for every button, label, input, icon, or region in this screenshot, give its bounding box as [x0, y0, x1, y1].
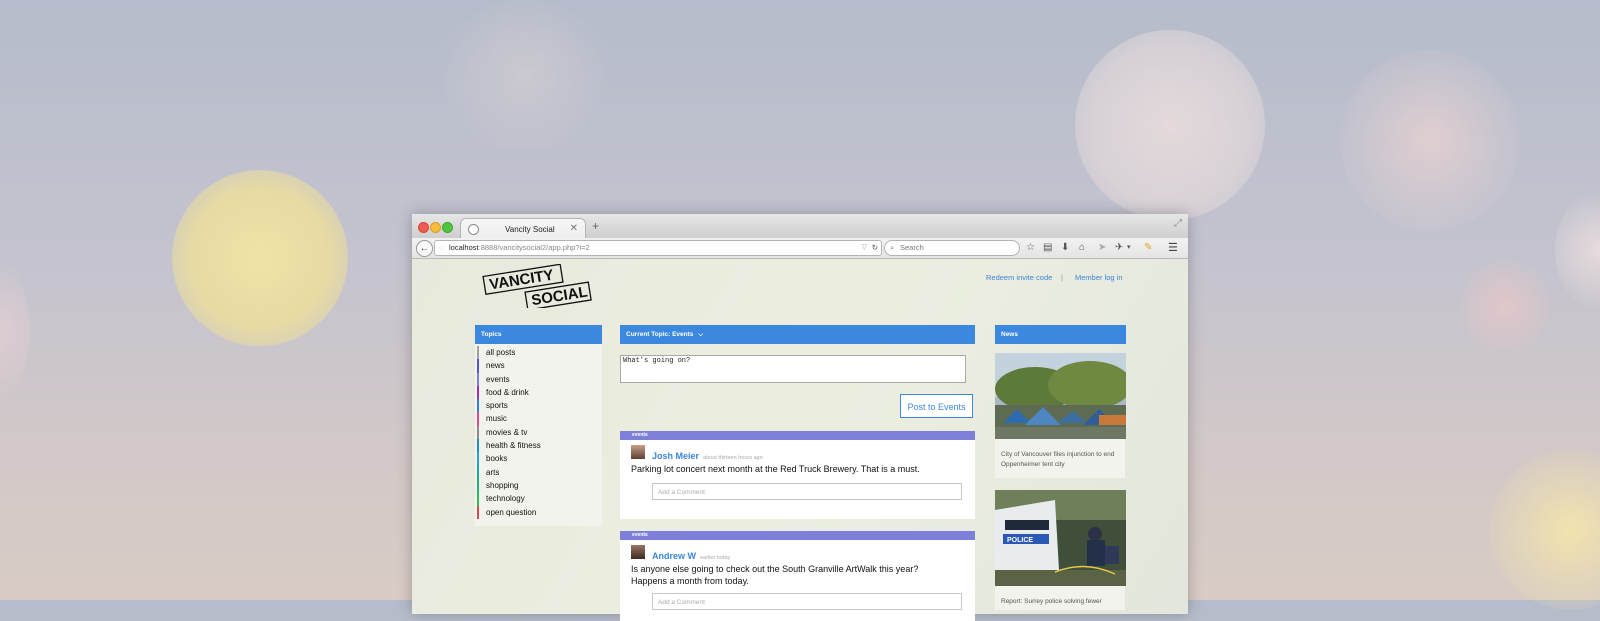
topic-item[interactable]: books: [477, 452, 602, 466]
post-card: events Andrew Wearlier today Is anyone e…: [620, 531, 975, 621]
topic-item[interactable]: open question: [477, 505, 602, 519]
post-author[interactable]: Andrew Wearlier today: [652, 551, 730, 561]
fullscreen-icon[interactable]: ⤢: [1174, 218, 1182, 229]
back-button[interactable]: ←: [416, 240, 433, 257]
send-icon[interactable]: ➤: [1098, 241, 1106, 255]
post-tag: events: [620, 431, 975, 440]
news-image-police: POLICE: [995, 490, 1126, 586]
tab-title: Vancity Social: [505, 225, 555, 234]
news-header: News: [995, 325, 1126, 344]
reading-list-icon[interactable]: ▤: [1043, 241, 1052, 255]
topic-item[interactable]: food & drink: [477, 385, 602, 400]
globe-icon: ◌: [439, 243, 444, 252]
current-topic-label: Current Topic: Events: [626, 331, 694, 338]
post-message: Parking lot concert next month at the Re…: [631, 464, 920, 474]
post-time: earlier today: [700, 555, 731, 561]
topic-item[interactable]: shopping: [477, 478, 602, 493]
topics-panel: Topics all posts news events food & drink sp…: [475, 325, 602, 526]
dropdown-arrow-icon[interactable]: ▽: [862, 241, 867, 255]
url-text: localhost:8888/vancitysocial2/app.php?i=…: [449, 243, 590, 252]
post-time: about thirteen hours ago: [703, 455, 763, 461]
post-input[interactable]: What's going on?: [620, 355, 966, 383]
svg-text:POLICE: POLICE: [1007, 537, 1033, 544]
favicon-icon: [468, 224, 479, 235]
news-caption: Report: Surrey police solving fewer: [1001, 598, 1102, 605]
member-login-link[interactable]: Member log in: [1075, 273, 1123, 282]
download-icon[interactable]: ⬇: [1061, 241, 1069, 255]
bookmark-star-icon[interactable]: ☆: [1026, 241, 1035, 255]
topic-item[interactable]: music: [477, 412, 602, 426]
news-panel: News: [995, 325, 1126, 344]
chevron-down-icon: ⌵: [698, 331, 704, 338]
topic-item[interactable]: technology: [477, 492, 602, 506]
current-topic-header[interactable]: Current Topic: Events ⌵: [620, 325, 975, 344]
tab-vancity-social[interactable]: Vancity Social ✕: [460, 218, 586, 240]
address-bar[interactable]: ◌ localhost:8888/vancitysocial2/app.php?…: [434, 240, 882, 256]
topic-item[interactable]: events: [477, 372, 602, 386]
menu-icon[interactable]: ☰: [1168, 241, 1178, 254]
pocket-icon[interactable]: ✈: [1115, 241, 1123, 255]
chevron-down-icon[interactable]: ▾: [1127, 241, 1131, 255]
close-window-button[interactable]: [418, 222, 429, 233]
comment-input[interactable]: Add a Comment: [652, 483, 962, 500]
news-image-tents: [995, 353, 1132, 439]
topic-item[interactable]: arts: [477, 465, 602, 479]
close-tab-icon[interactable]: ✕: [570, 223, 578, 234]
home-icon[interactable]: ⌂: [1079, 241, 1085, 255]
reload-icon[interactable]: ↻: [872, 241, 878, 255]
topic-item[interactable]: news: [477, 359, 602, 373]
topics-header: Topics: [475, 325, 602, 344]
news-item[interactable]: City of Vancouver files injunction to en…: [995, 353, 1132, 478]
search-input[interactable]: ⌕ Search: [884, 240, 1020, 256]
topics-list: all posts news events food & drink sports mus…: [475, 344, 602, 521]
avatar[interactable]: [631, 545, 645, 559]
news-item[interactable]: POLICE Report: Surrey police solving few…: [995, 490, 1126, 610]
logo-line2: SOCIAL: [530, 284, 589, 308]
title-bar: Vancity Social ✕ + ⤢: [412, 214, 1188, 240]
post-message: Is anyone else going to check out the So…: [631, 564, 919, 586]
post-card: events Josh Meier about thirteen hours ag…: [620, 431, 975, 519]
comment-input[interactable]: Add a Comment: [652, 593, 962, 610]
post-tag: events: [620, 531, 975, 540]
topic-item[interactable]: health & fitness: [477, 439, 602, 453]
minimize-window-button[interactable]: [430, 222, 441, 233]
navigation-bar: ← ◌ localhost:8888/vancitysocial2/app.ph…: [412, 238, 1188, 259]
avatar[interactable]: [631, 445, 645, 459]
feed-panel: Current Topic: Events ⌵: [620, 325, 975, 344]
search-icon: ⌕: [890, 243, 895, 252]
topic-item[interactable]: all posts: [477, 346, 602, 360]
post-author[interactable]: Josh Meier about thirteen hours ago: [652, 451, 763, 461]
zoom-window-button[interactable]: [442, 222, 453, 233]
extension-icon[interactable]: ✎: [1144, 241, 1152, 255]
topic-item[interactable]: movies & tv: [477, 425, 602, 440]
post-button[interactable]: Post to Events: [900, 394, 973, 418]
redeem-invite-link[interactable]: Redeem invite code: [986, 273, 1052, 282]
site-logo[interactable]: VANCITY SOCIAL: [482, 264, 594, 308]
topic-item[interactable]: sports: [477, 399, 602, 413]
new-tab-icon[interactable]: +: [592, 219, 599, 233]
news-caption: City of Vancouver files injunction to en…: [1001, 451, 1115, 468]
link-separator: |: [1061, 273, 1063, 282]
